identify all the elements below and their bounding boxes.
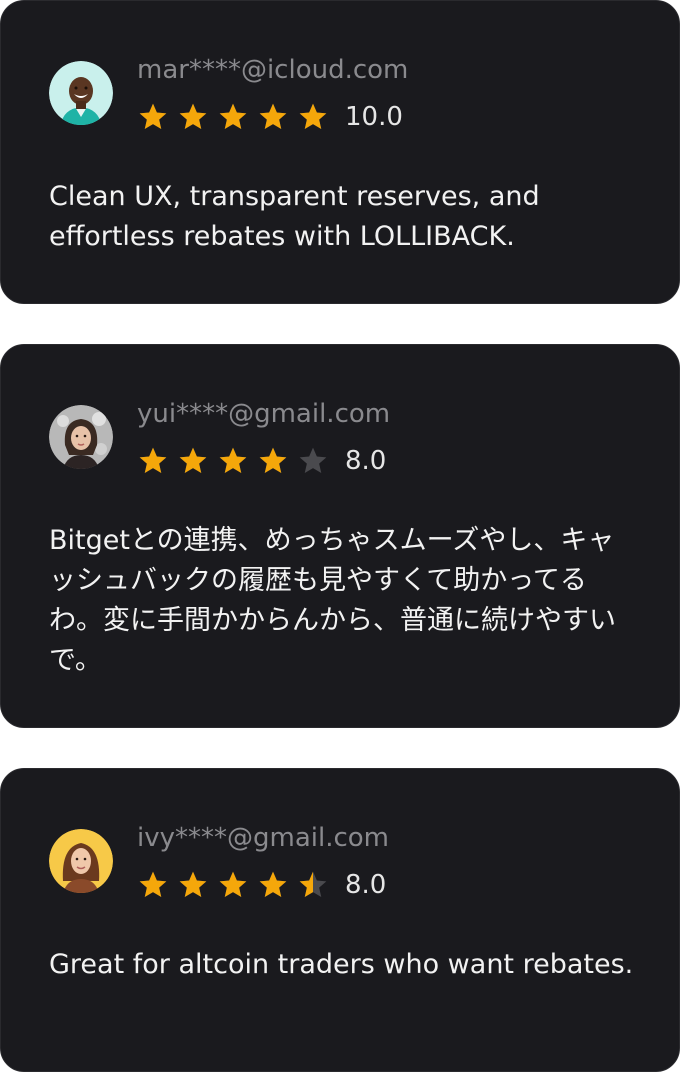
rating-row: 8.0 — [137, 441, 386, 481]
star-filled-icon — [139, 447, 167, 473]
star-rating — [137, 101, 337, 133]
rating-score: 10.0 — [345, 102, 403, 132]
user-avatar — [49, 61, 113, 125]
star-rating — [137, 869, 337, 901]
reviewer-email: ivy****@gmail.com — [137, 823, 390, 853]
rating-score: 8.0 — [345, 870, 387, 900]
review-text: Clean UX, transparent reserves, and effo… — [49, 181, 540, 252]
user-avatar — [49, 405, 113, 469]
smiling-man-avatar-icon — [49, 61, 113, 125]
star-filled-icon — [219, 447, 247, 473]
review-card: ivy****@gmail.com 8.0 Great for altcoin … — [0, 768, 680, 1072]
rating-row: 10.0 — [137, 97, 403, 137]
woman-avatar-icon — [49, 405, 113, 469]
reviewer-email: mar****@icloud.com — [137, 55, 409, 85]
review-text: Bitgetとの連携、めっちゃスムーズやし、キャッシュバックの履歴も見やすくて助… — [49, 525, 616, 676]
star-filled-icon — [179, 871, 207, 897]
star-filled-icon — [219, 103, 247, 129]
star-filled-icon — [259, 103, 287, 129]
star-empty-icon — [299, 447, 327, 473]
woman-avatar-yellow-background-icon — [49, 829, 113, 893]
star-filled-icon — [219, 871, 247, 897]
star-filled-icon — [139, 871, 167, 897]
star-filled-icon — [179, 103, 207, 129]
user-avatar — [49, 829, 113, 893]
star-rating — [137, 445, 337, 477]
reviewer-email: yui****@gmail.com — [137, 399, 391, 429]
review-text: Great for altcoin traders who want rebat… — [49, 949, 634, 980]
star-filled-icon — [299, 103, 327, 129]
star-filled-icon — [259, 447, 287, 473]
review-card: mar****@icloud.com 10.0 Clean UX, transp… — [0, 0, 680, 304]
star-filled-icon — [259, 871, 287, 897]
star-filled-icon — [179, 447, 207, 473]
star-half-icon — [299, 871, 327, 897]
rating-score: 8.0 — [345, 446, 387, 476]
star-filled-icon — [139, 103, 167, 129]
review-card: yui****@gmail.com 8.0 Bitgetとの連携、めっちゃスムー… — [0, 344, 680, 728]
rating-row: 8.0 — [137, 865, 386, 905]
